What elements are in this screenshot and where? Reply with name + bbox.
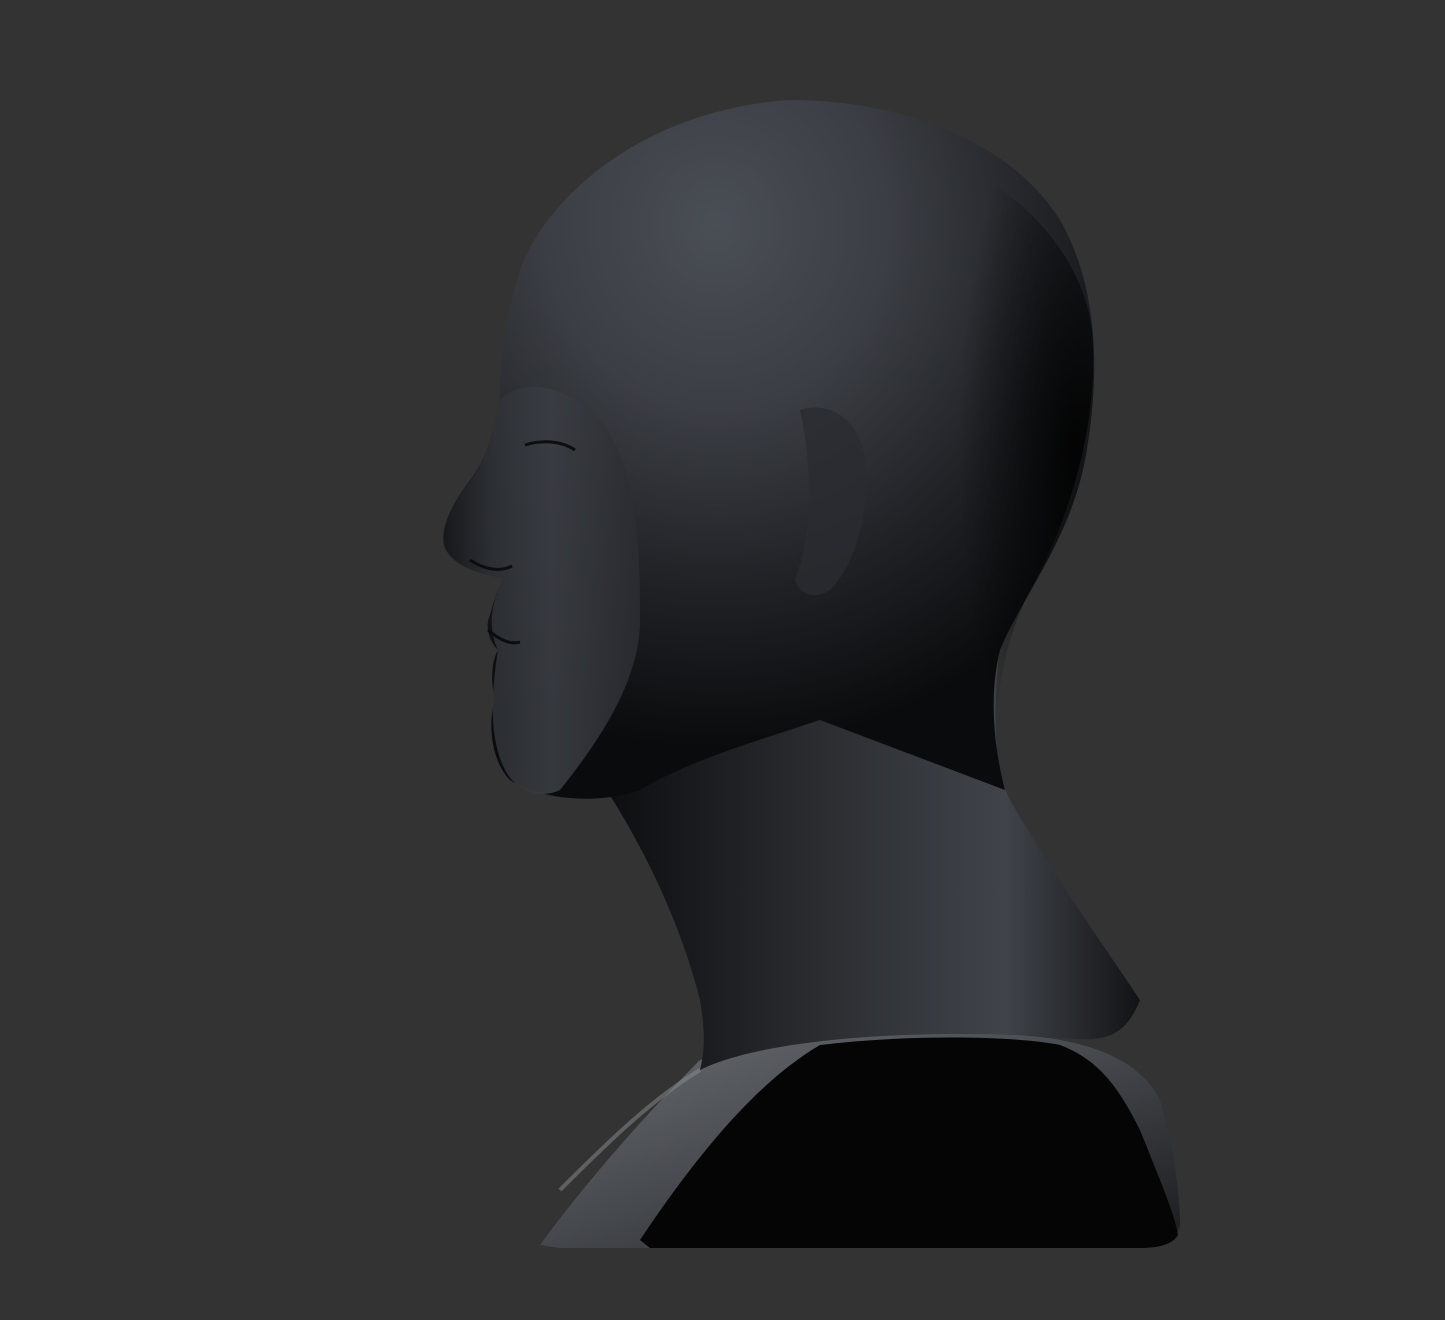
head-bust-model[interactable] [0,0,1445,1320]
3d-viewport[interactable] [0,0,1445,1320]
